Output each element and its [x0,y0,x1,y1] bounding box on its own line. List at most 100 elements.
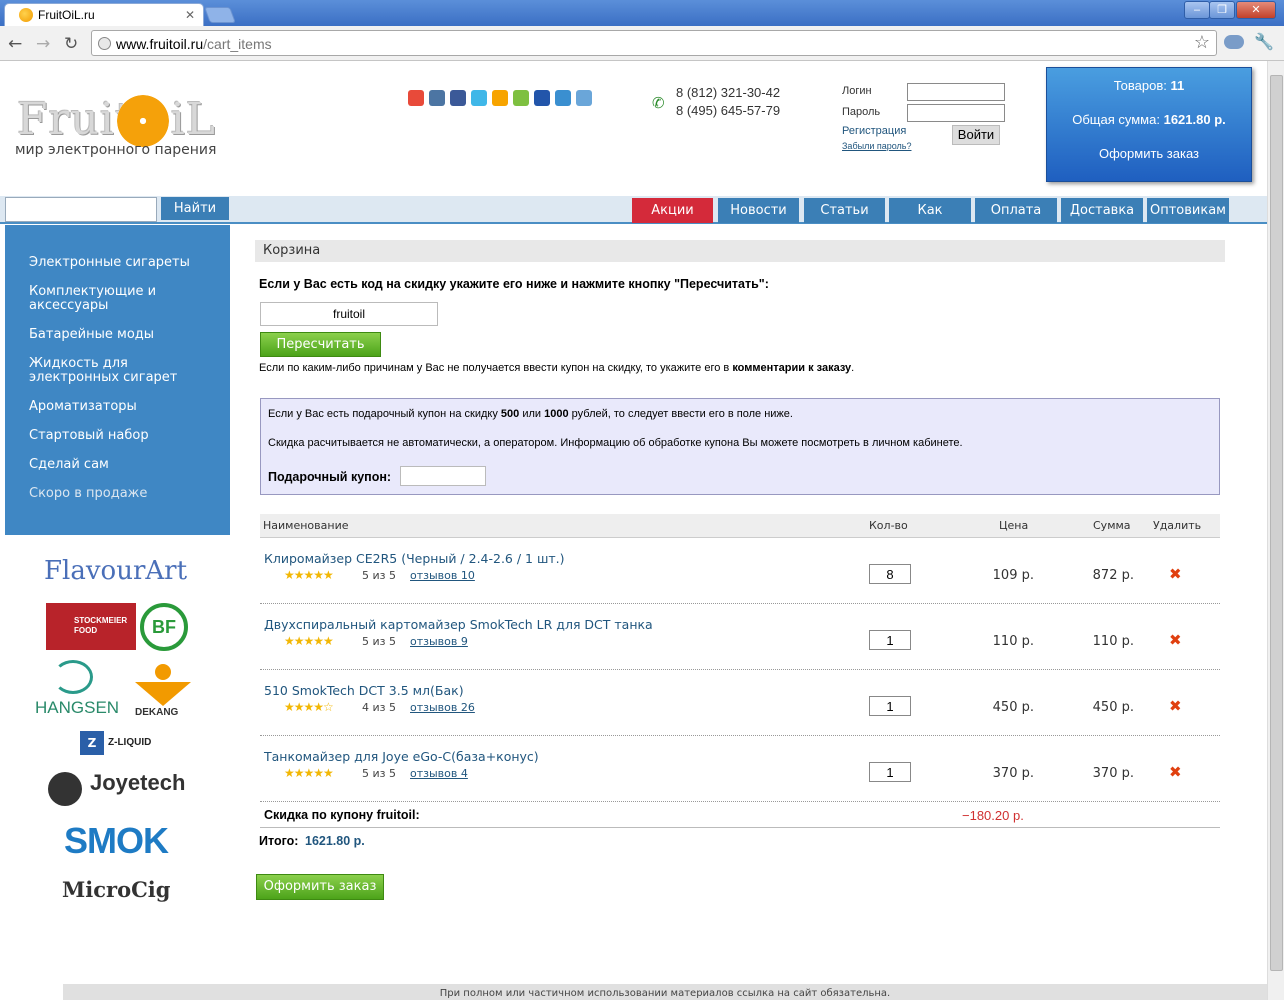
nav-tab-delivery[interactable]: Доставка [1061,198,1143,223]
row-sum: 872 р. [1092,568,1134,583]
scrollbar-thumb[interactable] [1270,75,1283,971]
password-label: Пароль [842,106,881,118]
unit-price: 450 р. [992,700,1034,715]
nav-tab-sales[interactable]: Акции [632,198,713,223]
brand-logo-hangsen[interactable]: HANGSEN [35,698,119,718]
cart-checkout-link[interactable]: Оформить заказ [1047,146,1251,161]
friendfeed-icon[interactable] [555,90,571,106]
sidebar-item[interactable]: Электронные сигареты [29,256,190,270]
vk-icon[interactable] [429,90,445,106]
col-sum: Сумма [1093,519,1131,532]
checkout-button[interactable]: Оформить заказ [256,874,384,900]
quantity-input[interactable] [869,630,911,650]
register-link[interactable]: Регистрация [842,125,906,137]
product-link[interactable]: Танкомайзер для Joye eGo-C(база+конус) [264,749,539,764]
login-button[interactable]: Войти [952,125,1000,145]
sidebar-item[interactable]: Сделай сам [29,458,109,472]
quantity-input[interactable] [869,762,911,782]
tab-close-icon[interactable]: ✕ [185,8,195,22]
cart-items-label: Товаров: [1113,78,1167,93]
nav-tab-news[interactable]: Новости [718,198,799,223]
reviews-link[interactable]: отзывов 9 [410,635,468,648]
nav-tab-articles[interactable]: Статьи [804,198,885,223]
nav-tab-how-to-order[interactable]: Как заказать [889,198,971,243]
moikrug-icon[interactable] [513,90,529,106]
sidebar-item[interactable]: Батарейные моды [29,328,154,342]
reload-button[interactable]: ↻ [64,34,78,54]
dekang-dot-icon [155,664,171,680]
product-link[interactable]: Двухспиральный картомайзер SmokTech LR д… [264,617,653,632]
rating-text: 5 из 5 [362,767,396,780]
sidebar-item[interactable]: Жидкость для электронных сигарет [29,357,199,385]
wrench-icon[interactable]: 🔧 [1254,32,1274,51]
gift-coupon-box: Если у Вас есть подарочный купон на скид… [260,398,1220,495]
delete-icon[interactable]: ✖ [1169,565,1182,583]
password-input[interactable] [907,104,1005,122]
coupon-input[interactable] [260,302,438,326]
brand-logo-joyetech[interactable]: Joyetech [90,770,185,796]
search-button[interactable]: Найти [161,197,229,220]
sidebar-item[interactable]: Комплектующие и аксессуары [29,285,199,313]
browser-tab[interactable]: FruitOiL.ru ✕ [4,3,204,26]
odnoklassniki-icon[interactable] [492,90,508,106]
delete-icon[interactable]: ✖ [1169,697,1182,715]
close-window-button[interactable]: ✕ [1236,1,1276,19]
gift-coupon-input[interactable] [400,466,486,486]
social-icon[interactable] [408,90,424,106]
sidebar-item[interactable]: Скоро в продаже [29,487,147,501]
quantity-input[interactable] [869,564,911,584]
reviews-link[interactable]: отзывов 10 [410,569,475,582]
search-input[interactable] [5,197,157,222]
cart-items-count: 11 [1170,78,1185,93]
page-title: Корзина [255,240,1225,262]
row-divider [260,827,1220,828]
delete-icon[interactable]: ✖ [1169,631,1182,649]
dekang-logo[interactable]: DEKANG [125,662,203,720]
globe-icon [98,37,111,50]
address-bar[interactable]: www.fruitoil.ru/cart_items ☆ [91,30,1217,56]
twitter-icon[interactable] [471,90,487,106]
scrollbar[interactable] [1267,61,1284,1000]
product-link[interactable]: 510 SmokTech DCT 3.5 мл(Бак) [264,683,464,698]
brand-logo-smok[interactable]: SMOK [64,820,169,862]
livejournal-icon[interactable] [534,90,550,106]
maximize-button[interactable]: ❐ [1209,1,1235,19]
delete-icon[interactable]: ✖ [1169,763,1182,781]
quantity-input[interactable] [869,696,911,716]
nav-tab-payment[interactable]: Оплата [975,198,1057,223]
new-tab-button[interactable] [204,7,236,23]
zliquid-z-icon: Z [80,731,104,755]
social-icons [408,90,592,106]
phone-spb: 8 (812) 321-30-42 [676,85,781,100]
tab-title: FruitOiL.ru [38,8,95,22]
cart-summary: Товаров: 11 Общая сумма: 1621.80 р. Офор… [1046,67,1252,182]
brand-logo-stockmeier[interactable]: STOCKMEIER FOOD [46,603,136,650]
facebook-icon[interactable] [450,90,466,106]
url-host: www.fruitoil.ru [116,36,204,52]
brand-logo-microcig[interactable]: MicroCig [62,877,170,902]
bookmark-star-icon[interactable]: ☆ [1194,32,1210,53]
brand-logo-bf[interactable]: BF [140,603,188,651]
extension-icon[interactable] [1224,35,1244,49]
product-link[interactable]: Клиромайзер CE2R5 (Черный / 2.4-2.6 / 1 … [264,551,565,566]
dekang-mark-icon [135,682,191,706]
reviews-link[interactable]: отзывов 26 [410,701,475,714]
recalculate-button[interactable]: Пересчитать [260,332,381,357]
reviews-link[interactable]: отзывов 4 [410,767,468,780]
sidebar-item[interactable]: Ароматизаторы [29,400,137,414]
unit-price: 109 р. [992,568,1034,583]
orange-logo-icon [117,95,169,147]
nav-tab-wholesale[interactable]: Оптовикам [1147,198,1229,223]
mail-icon[interactable] [576,90,592,106]
forward-button[interactable]: → [36,34,50,54]
brand-logo-flavourart[interactable]: FlavourArt [44,556,187,586]
brand-logo-zliquid[interactable]: Z-LIQUID [108,737,151,748]
login-input[interactable] [907,83,1005,101]
forgot-password-link[interactable]: Забыли пароль? [842,141,911,151]
gift-amount-500: 500 [500,408,520,420]
back-button[interactable]: ← [8,34,22,54]
gift-info-line1: Если у Вас есть подарочный купон на скид… [268,408,793,420]
url-path: /cart_items [203,36,272,52]
sidebar-item[interactable]: Стартовый набор [29,429,149,443]
minimize-button[interactable]: – [1184,1,1210,19]
